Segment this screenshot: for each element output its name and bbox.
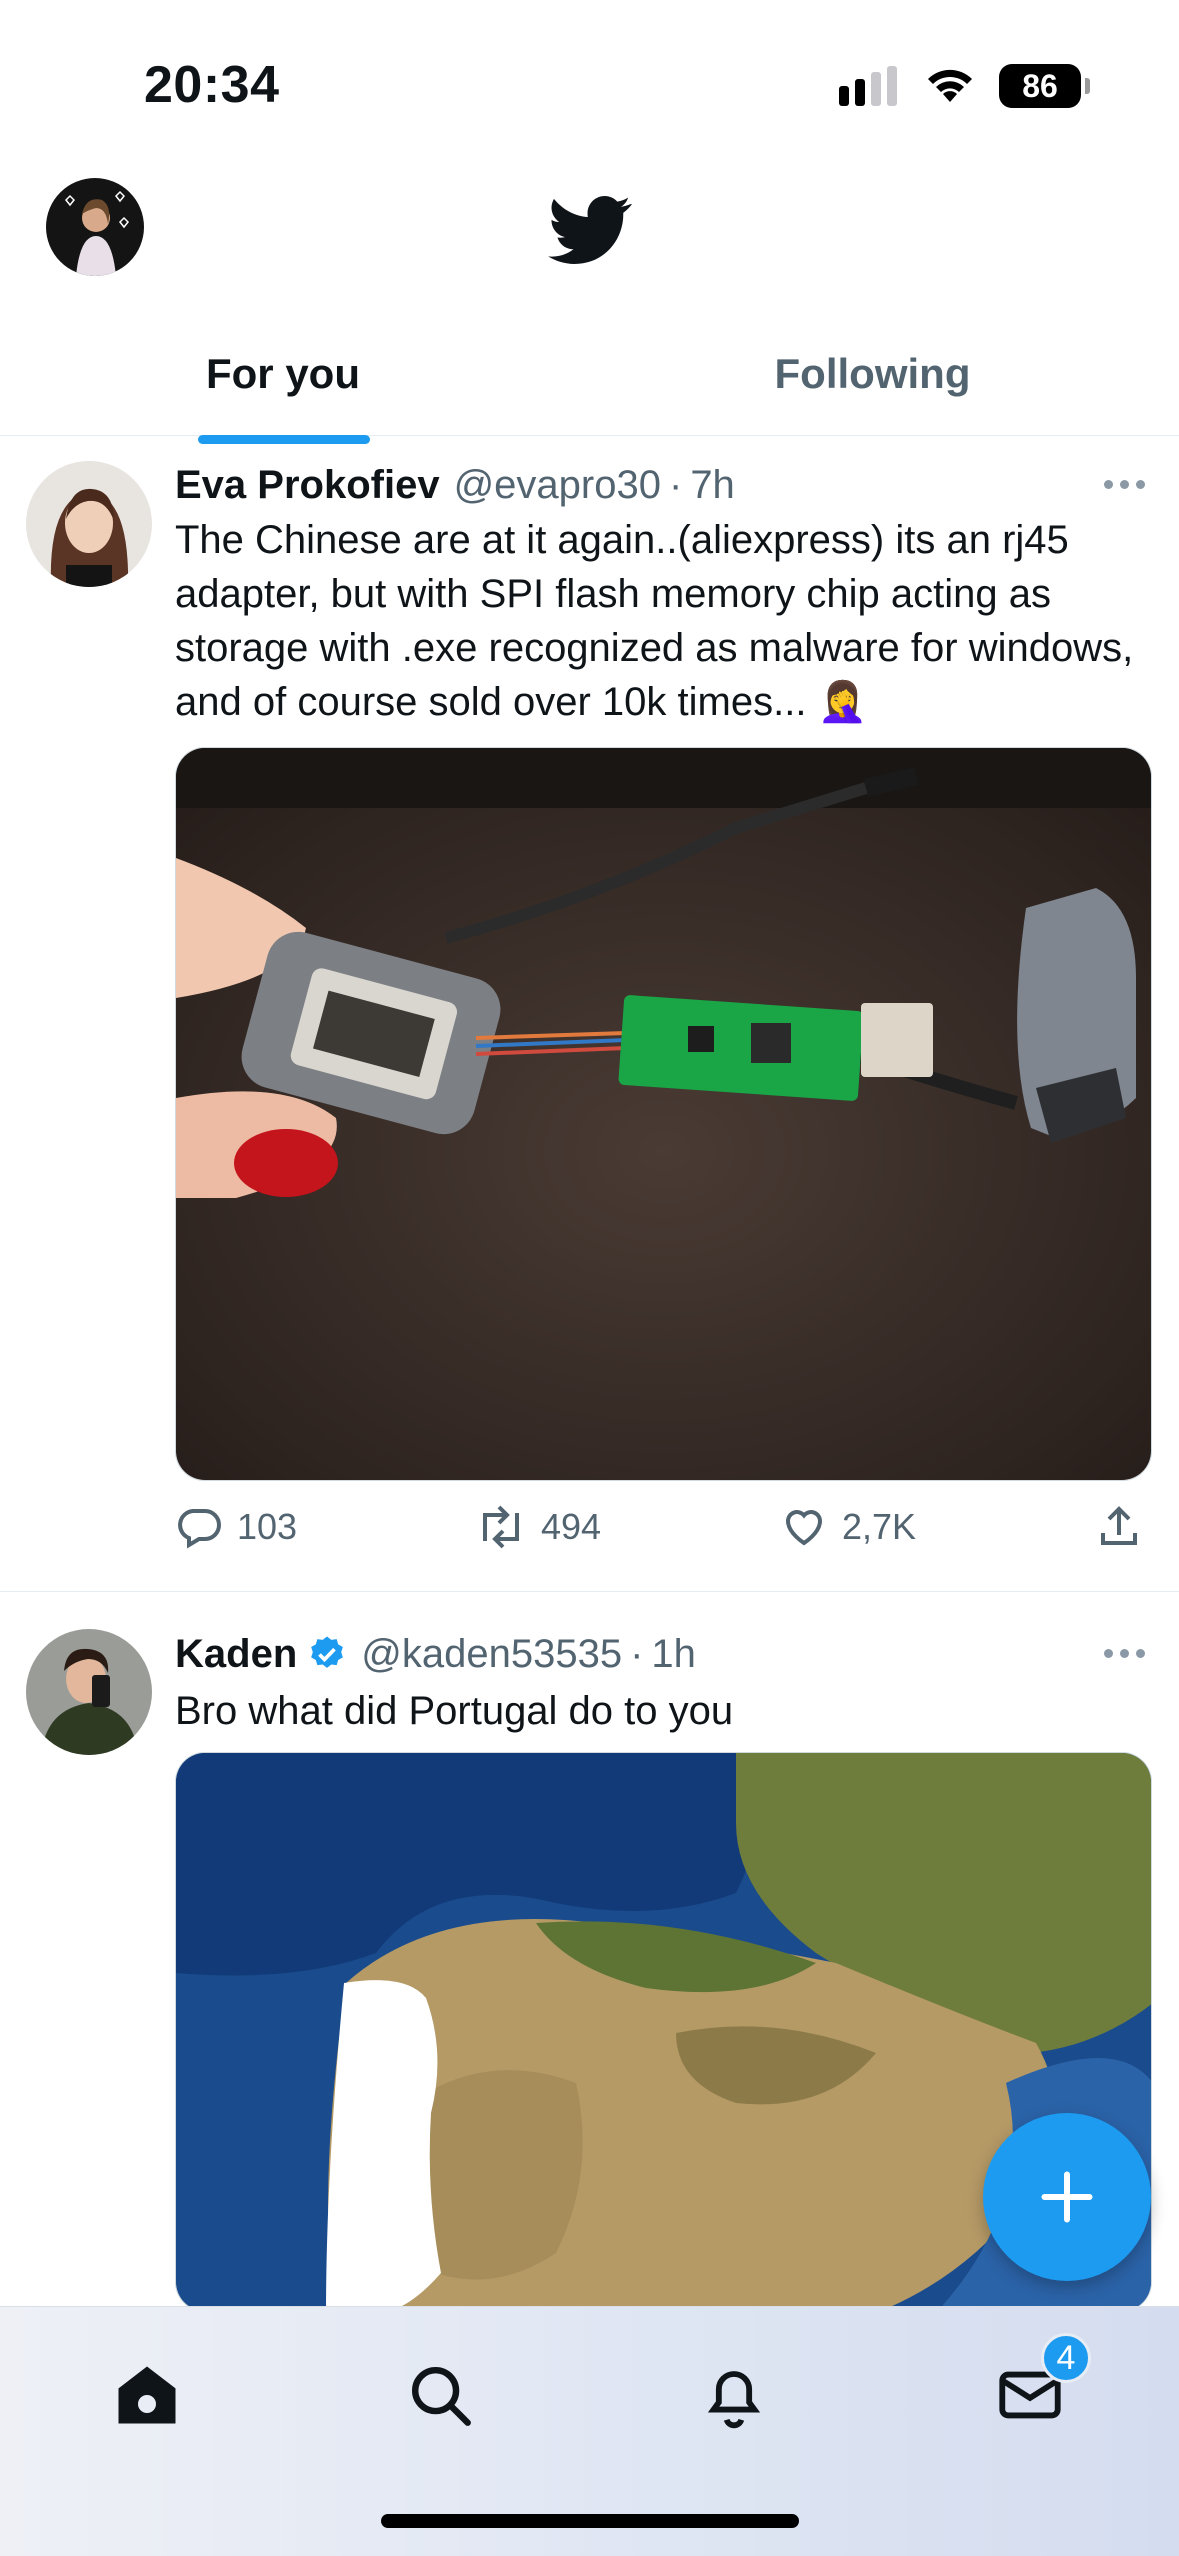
like-button[interactable]: 2,7K (780, 1497, 916, 1557)
tweet-header: Eva Prokofiev @evapro30 · 7h (175, 457, 735, 513)
tweet-author-handle[interactable]: @kaden53535 (361, 1632, 622, 1677)
tab-for-you[interactable]: For you (0, 320, 566, 436)
status-icons: 86 (839, 62, 1090, 110)
battery-icon: 86 (999, 64, 1090, 108)
retweet-icon (483, 1505, 519, 1549)
share-icon (1101, 1506, 1137, 1545)
tweet-header: Kaden @kaden53535 · 1h (175, 1626, 696, 1682)
timeline-tabs: For you Following (0, 320, 1179, 436)
more-options-icon[interactable] (1104, 1649, 1145, 1658)
tweet-author-avatar[interactable] (26, 1629, 152, 1755)
reply-count: 103 (237, 1506, 298, 1547)
notifications-bell-icon (707, 2371, 761, 2429)
compose-tweet-button[interactable] (983, 2113, 1151, 2281)
tweet-author-name[interactable]: Eva Prokofiev (175, 463, 440, 508)
messages-unread-badge: 4 (1041, 2333, 1091, 2383)
profile-avatar[interactable] (46, 178, 144, 276)
compose-plus-icon (1041, 2171, 1093, 2223)
cellular-signal-icon (839, 66, 897, 106)
share-button[interactable] (1095, 1497, 1143, 1557)
meta-separator: · (668, 462, 683, 507)
reply-icon (178, 1509, 221, 1549)
retweet-button[interactable]: 494 (475, 1497, 601, 1557)
tweet-timestamp[interactable]: 7h (690, 463, 735, 508)
heart-icon (785, 1510, 823, 1546)
nav-home-button[interactable] (99, 2347, 195, 2443)
status-time: 20:34 (144, 56, 280, 114)
tab-following[interactable]: Following (590, 320, 1155, 436)
like-count: 2,7K (842, 1506, 917, 1547)
tweet-author-avatar[interactable] (26, 461, 152, 587)
tweet-media-photo[interactable] (175, 747, 1152, 1481)
tweet-author-name[interactable]: Kaden (175, 1632, 297, 1677)
retweet-count: 494 (541, 1506, 602, 1547)
battery-level: 86 (1022, 67, 1058, 104)
tweet-timestamp[interactable]: 1h (651, 1632, 696, 1677)
meta-separator: · (630, 1631, 644, 1676)
tweet-text: Bro what did Portugal do to you (175, 1689, 734, 1733)
status-bar: 20:34 86 (0, 0, 1179, 170)
verified-badge-icon (311, 1636, 344, 1668)
nav-search-button[interactable] (392, 2347, 488, 2443)
tweet-author-handle[interactable]: @evapro30 (454, 463, 661, 508)
app-header: For you Following (0, 170, 1179, 457)
twitter-bird-icon[interactable] (548, 188, 632, 272)
tweet-actions: 103 494 2,7K (175, 1497, 1155, 1557)
search-icon (412, 2367, 471, 2426)
home-icon (118, 2366, 176, 2424)
reply-button[interactable]: 103 (175, 1497, 297, 1557)
wifi-icon (928, 69, 972, 102)
tweet-text: The Chinese are at it again..(aliexpress… (175, 518, 1134, 724)
nav-notifications-button[interactable] (686, 2347, 782, 2443)
tweet[interactable]: Eva Prokofiev @evapro30 · 7h The Chinese… (0, 427, 1179, 1592)
more-options-icon[interactable] (1104, 480, 1145, 489)
home-indicator (381, 2514, 799, 2528)
